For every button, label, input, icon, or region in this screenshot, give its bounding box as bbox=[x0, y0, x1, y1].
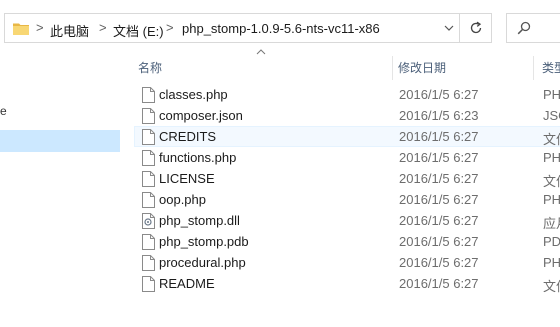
file-name: composer.json bbox=[159, 108, 243, 123]
file-icon bbox=[142, 192, 155, 208]
file-row[interactable]: classes.php 2016/1/5 6:27 PH bbox=[134, 84, 560, 105]
file-row[interactable]: functions.php 2016/1/5 6:27 PH bbox=[134, 147, 560, 168]
file-row[interactable]: README 2016/1/5 6:27 文件 bbox=[134, 273, 560, 294]
column-header-type[interactable]: 类型 bbox=[542, 59, 560, 76]
search-icon bbox=[517, 21, 531, 35]
sort-ascending-icon bbox=[256, 49, 266, 55]
file-name: README bbox=[159, 276, 215, 291]
file-date: 2016/1/5 6:27 bbox=[399, 129, 479, 144]
file-type: 文件 bbox=[543, 279, 560, 294]
file-name: LICENSE bbox=[159, 171, 215, 186]
file-icon bbox=[142, 150, 155, 166]
breadcrumb-separator[interactable]: > bbox=[36, 20, 44, 35]
file-type: 文件 bbox=[543, 132, 560, 147]
file-name: classes.php bbox=[159, 87, 228, 102]
file-date: 2016/1/5 6:27 bbox=[399, 150, 479, 165]
file-name: functions.php bbox=[159, 150, 237, 165]
breadcrumb-current-folder[interactable]: php_stomp-1.0.9-5.6-nts-vc11-x86 bbox=[182, 21, 380, 36]
file-icon bbox=[142, 87, 155, 103]
file-row-hovered[interactable]: CREDITS 2016/1/5 6:27 文件 bbox=[134, 126, 560, 147]
file-type: PD bbox=[543, 234, 560, 249]
file-type: 文件 bbox=[543, 174, 560, 189]
breadcrumb-separator[interactable]: > bbox=[99, 20, 107, 35]
file-name: php_stomp.pdb bbox=[159, 234, 249, 249]
file-date: 2016/1/5 6:27 bbox=[399, 171, 479, 186]
column-divider[interactable] bbox=[392, 56, 393, 80]
dll-file-icon bbox=[142, 213, 155, 229]
navigation-pane[interactable]: e bbox=[0, 56, 120, 327]
column-header-name[interactable]: 名称 bbox=[138, 59, 162, 76]
file-type: PH bbox=[543, 150, 560, 165]
refresh-icon bbox=[470, 21, 482, 34]
search-input[interactable] bbox=[506, 13, 560, 43]
file-type: PH bbox=[543, 192, 560, 207]
file-name: procedural.php bbox=[159, 255, 246, 270]
file-row[interactable]: php_stomp.pdb 2016/1/5 6:27 PD bbox=[134, 231, 560, 252]
nav-item-label[interactable]: e bbox=[0, 104, 7, 118]
file-row[interactable]: procedural.php 2016/1/5 6:27 PH bbox=[134, 252, 560, 273]
column-divider[interactable] bbox=[533, 56, 534, 80]
file-row[interactable]: composer.json 2016/1/5 6:23 JSC bbox=[134, 105, 560, 126]
file-row[interactable]: php_stomp.dll 2016/1/5 6:27 应月 bbox=[134, 210, 560, 231]
file-date: 2016/1/5 6:27 bbox=[399, 192, 479, 207]
folder-icon bbox=[13, 23, 29, 35]
file-row[interactable]: LICENSE 2016/1/5 6:27 文件 bbox=[134, 168, 560, 189]
file-type: JSC bbox=[543, 108, 560, 123]
file-type: PH bbox=[543, 255, 560, 270]
file-type: PH bbox=[543, 87, 560, 102]
column-header-date[interactable]: 修改日期 bbox=[398, 59, 446, 76]
file-date: 2016/1/5 6:27 bbox=[399, 234, 479, 249]
file-date: 2016/1/5 6:23 bbox=[399, 108, 479, 123]
file-list: 名称 修改日期 类型 classes.php 2016/1/5 6:27 PH … bbox=[120, 49, 560, 327]
file-icon bbox=[142, 171, 155, 187]
file-date: 2016/1/5 6:27 bbox=[399, 255, 479, 270]
file-date: 2016/1/5 6:27 bbox=[399, 87, 479, 102]
file-icon bbox=[142, 234, 155, 250]
breadcrumb-drive-e[interactable]: 文档 (E:) bbox=[113, 21, 164, 40]
file-icon bbox=[142, 108, 155, 124]
breadcrumb-this-pc[interactable]: 此电脑 bbox=[50, 21, 89, 40]
chevron-down-icon[interactable] bbox=[443, 21, 455, 35]
file-icon bbox=[142, 276, 155, 292]
file-type: 应月 bbox=[543, 216, 560, 231]
file-date: 2016/1/5 6:27 bbox=[399, 213, 479, 228]
file-icon bbox=[142, 129, 155, 145]
breadcrumb-separator[interactable]: > bbox=[166, 20, 174, 35]
file-date: 2016/1/5 6:27 bbox=[399, 276, 479, 291]
file-name: CREDITS bbox=[159, 129, 217, 144]
file-icon bbox=[142, 255, 155, 271]
refresh-button[interactable] bbox=[460, 13, 492, 43]
file-name: php_stomp.dll bbox=[159, 213, 240, 228]
file-row[interactable]: oop.php 2016/1/5 6:27 PH bbox=[134, 189, 560, 210]
nav-selected-item[interactable] bbox=[0, 130, 120, 152]
address-bar[interactable]: > 此电脑 > 文档 (E:) > php_stomp-1.0.9-5.6-nt… bbox=[4, 13, 460, 43]
address-toolbar: > 此电脑 > 文档 (E:) > php_stomp-1.0.9-5.6-nt… bbox=[0, 0, 560, 56]
file-name: oop.php bbox=[159, 192, 206, 207]
